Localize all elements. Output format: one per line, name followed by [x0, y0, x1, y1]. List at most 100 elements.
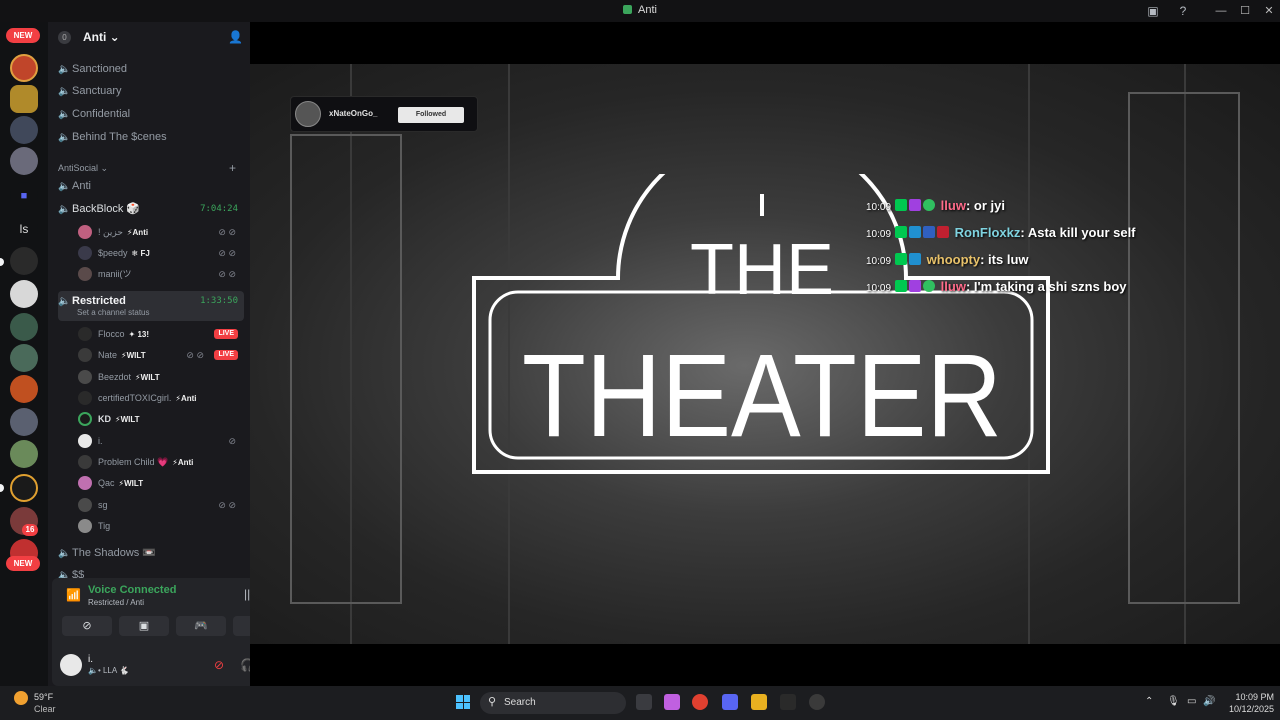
server-icon[interactable] — [10, 54, 38, 82]
channel-restricted[interactable]: 🔈 Restricted 1:33:50 Set a channel status — [58, 291, 244, 321]
file-explorer-icon[interactable] — [751, 694, 767, 710]
server-icon[interactable] — [10, 247, 38, 275]
guild-header[interactable]: 0 Anti ⌄ 👤 — [48, 22, 250, 54]
server-icon[interactable] — [10, 116, 38, 144]
voice-member[interactable]: Nate ⚡WILT ⊘ ⊘ LIVE — [76, 345, 244, 365]
server-icon[interactable] — [10, 280, 38, 308]
screen-share-button[interactable]: ▣ — [119, 616, 169, 636]
new-badge: NEW — [6, 28, 40, 43]
camera-button[interactable]: ⊘ — [62, 616, 112, 636]
taskbar-search[interactable]: ⚲ Search — [480, 692, 626, 714]
network-icon[interactable]: ▭ — [1187, 696, 1196, 707]
server-icon[interactable] — [10, 344, 38, 372]
voice-panel: 📶 Voice Connected Restricted / Anti ||| … — [52, 578, 250, 686]
voice-member[interactable]: ! حزين ⚡Anti ⊘ ⊘ — [76, 222, 244, 242]
mute-deafen-icon: ⊘ ⊘ — [186, 350, 204, 360]
avatar — [78, 476, 92, 490]
voice-member[interactable]: $peedy ❄ FJ ⊘ ⊘ — [76, 243, 244, 263]
speaker-icon: 🔈 — [58, 86, 71, 97]
search-icon: ⚲ — [488, 696, 497, 708]
help-icon[interactable]: ? — [1175, 3, 1191, 19]
badge-icon — [909, 199, 922, 211]
voice-location[interactable]: Restricted / Anti — [88, 598, 144, 607]
guild-name[interactable]: Anti ⌄ — [83, 30, 120, 44]
voice-member[interactable]: KD ⚡WILT — [76, 409, 244, 429]
channel-sanctuary[interactable]: 🔈 Sanctuary — [58, 81, 244, 101]
mute-icon[interactable]: ⊘ — [214, 658, 224, 672]
channel-the-shadows[interactable]: 🔈 The Shadows 📼 — [58, 543, 244, 563]
server-icon[interactable] — [10, 313, 38, 341]
voice-member[interactable]: i. ⊘ — [76, 431, 244, 451]
user-avatar[interactable] — [60, 654, 82, 676]
voice-member[interactable]: certifiedTOXICgirl. ⚡Anti — [76, 388, 244, 408]
server-icon[interactable] — [10, 147, 38, 175]
task-view-icon[interactable] — [636, 694, 652, 710]
discord-icon — [623, 5, 633, 14]
stream-video[interactable]: xNateOnGo_ Followed THE THEATER 10:09 ll… — [250, 64, 1280, 644]
close-button[interactable]: ✕ — [1257, 2, 1280, 20]
live-badge: LIVE — [214, 350, 238, 360]
headphones-icon[interactable]: 🎧 — [240, 658, 250, 672]
channel-confidential[interactable]: 🔈 Confidential — [58, 104, 244, 124]
server-icon[interactable] — [10, 85, 38, 113]
server-icon[interactable] — [10, 440, 38, 468]
category-antisocial[interactable]: AntiSocial ⌄ + — [58, 161, 244, 175]
mention-badge: 16 — [22, 524, 38, 536]
voice-member[interactable]: Flocco ✦ 13! LIVE — [76, 324, 244, 344]
voice-member[interactable]: manii(ツ ⊘ ⊘ — [76, 264, 244, 284]
voice-member[interactable]: Qac ⚡WILT — [76, 473, 244, 493]
voice-member[interactable]: Beezdot ⚡WILT — [76, 367, 244, 387]
weather-temp[interactable]: 59°F — [34, 692, 53, 702]
app-icon[interactable] — [809, 694, 825, 710]
start-button[interactable] — [456, 695, 470, 709]
mute-deafen-icon: ⊘ ⊘ — [218, 269, 236, 279]
chrome-icon[interactable] — [692, 694, 708, 710]
add-channel-icon[interactable]: + — [229, 161, 236, 175]
speaker-icon: 🔈 — [58, 132, 71, 143]
speaker-icon: 🔈 — [58, 109, 71, 120]
voice-member[interactable]: Tig — [76, 516, 244, 536]
invite-icon[interactable]: 👤 — [228, 30, 243, 44]
inbox-icon[interactable]: ▣ — [1145, 3, 1161, 19]
folder-icon[interactable]: ■ — [10, 182, 38, 210]
badge-icon — [895, 253, 908, 265]
taskbar-clock[interactable]: 10:09 PM 10/12/2025 — [1210, 691, 1274, 715]
followed-button: Followed — [398, 107, 464, 123]
avatar — [78, 246, 92, 260]
voice-status[interactable]: Voice Connected — [88, 584, 176, 596]
channel-sanctioned[interactable]: 🔈 Sanctioned — [58, 59, 244, 79]
streamer-name: xNateOnGo_ — [329, 109, 378, 118]
window-title: Anti — [0, 4, 1280, 16]
avatar — [78, 327, 92, 341]
server-icon[interactable] — [10, 474, 38, 502]
server-ls[interactable]: ls — [10, 215, 38, 243]
channel-anti[interactable]: 🔈 Anti — [58, 176, 244, 196]
voice-member[interactable]: Problem Child 💗 ⚡Anti — [76, 452, 244, 472]
weather-condition[interactable]: Clear — [34, 704, 56, 714]
app-icon[interactable] — [780, 694, 796, 710]
minimize-button[interactable]: — — [1209, 2, 1233, 20]
avatar — [78, 434, 92, 448]
channel-backblock[interactable]: 🔈 BackBlock 🎲 7:04:24 — [58, 199, 244, 219]
channel-status-hint[interactable]: Set a channel status — [77, 308, 150, 318]
user-name[interactable]: i. — [88, 654, 93, 665]
microphone-icon[interactable]: 🎙 — [1167, 696, 1180, 707]
avatar — [78, 455, 92, 469]
signal-icon[interactable]: 📶 — [66, 588, 81, 602]
activity-button[interactable]: 🎮 — [176, 616, 226, 636]
maximize-button[interactable]: ☐ — [1233, 2, 1257, 20]
channel-timer: 7:04:24 — [200, 204, 238, 214]
logo-top-text: THE — [690, 230, 834, 310]
copilot-icon[interactable] — [664, 694, 680, 710]
mute-icon: ⊘ — [228, 436, 236, 446]
discord-taskbar-icon[interactable] — [722, 694, 738, 710]
chevron-up-icon[interactable]: ⌃ — [1145, 696, 1153, 707]
soundboard-button[interactable]: ♫ — [233, 616, 250, 636]
server-icon[interactable] — [10, 408, 38, 436]
channel-behind-the-scenes[interactable]: 🔈 Behind The $cenes — [58, 127, 244, 147]
weather-icon[interactable] — [14, 691, 28, 705]
speaker-icon: 🔈 — [58, 181, 71, 192]
badge-icon — [937, 226, 950, 238]
voice-member[interactable]: sg ⊘ ⊘ — [76, 495, 244, 515]
server-icon[interactable] — [10, 375, 38, 403]
